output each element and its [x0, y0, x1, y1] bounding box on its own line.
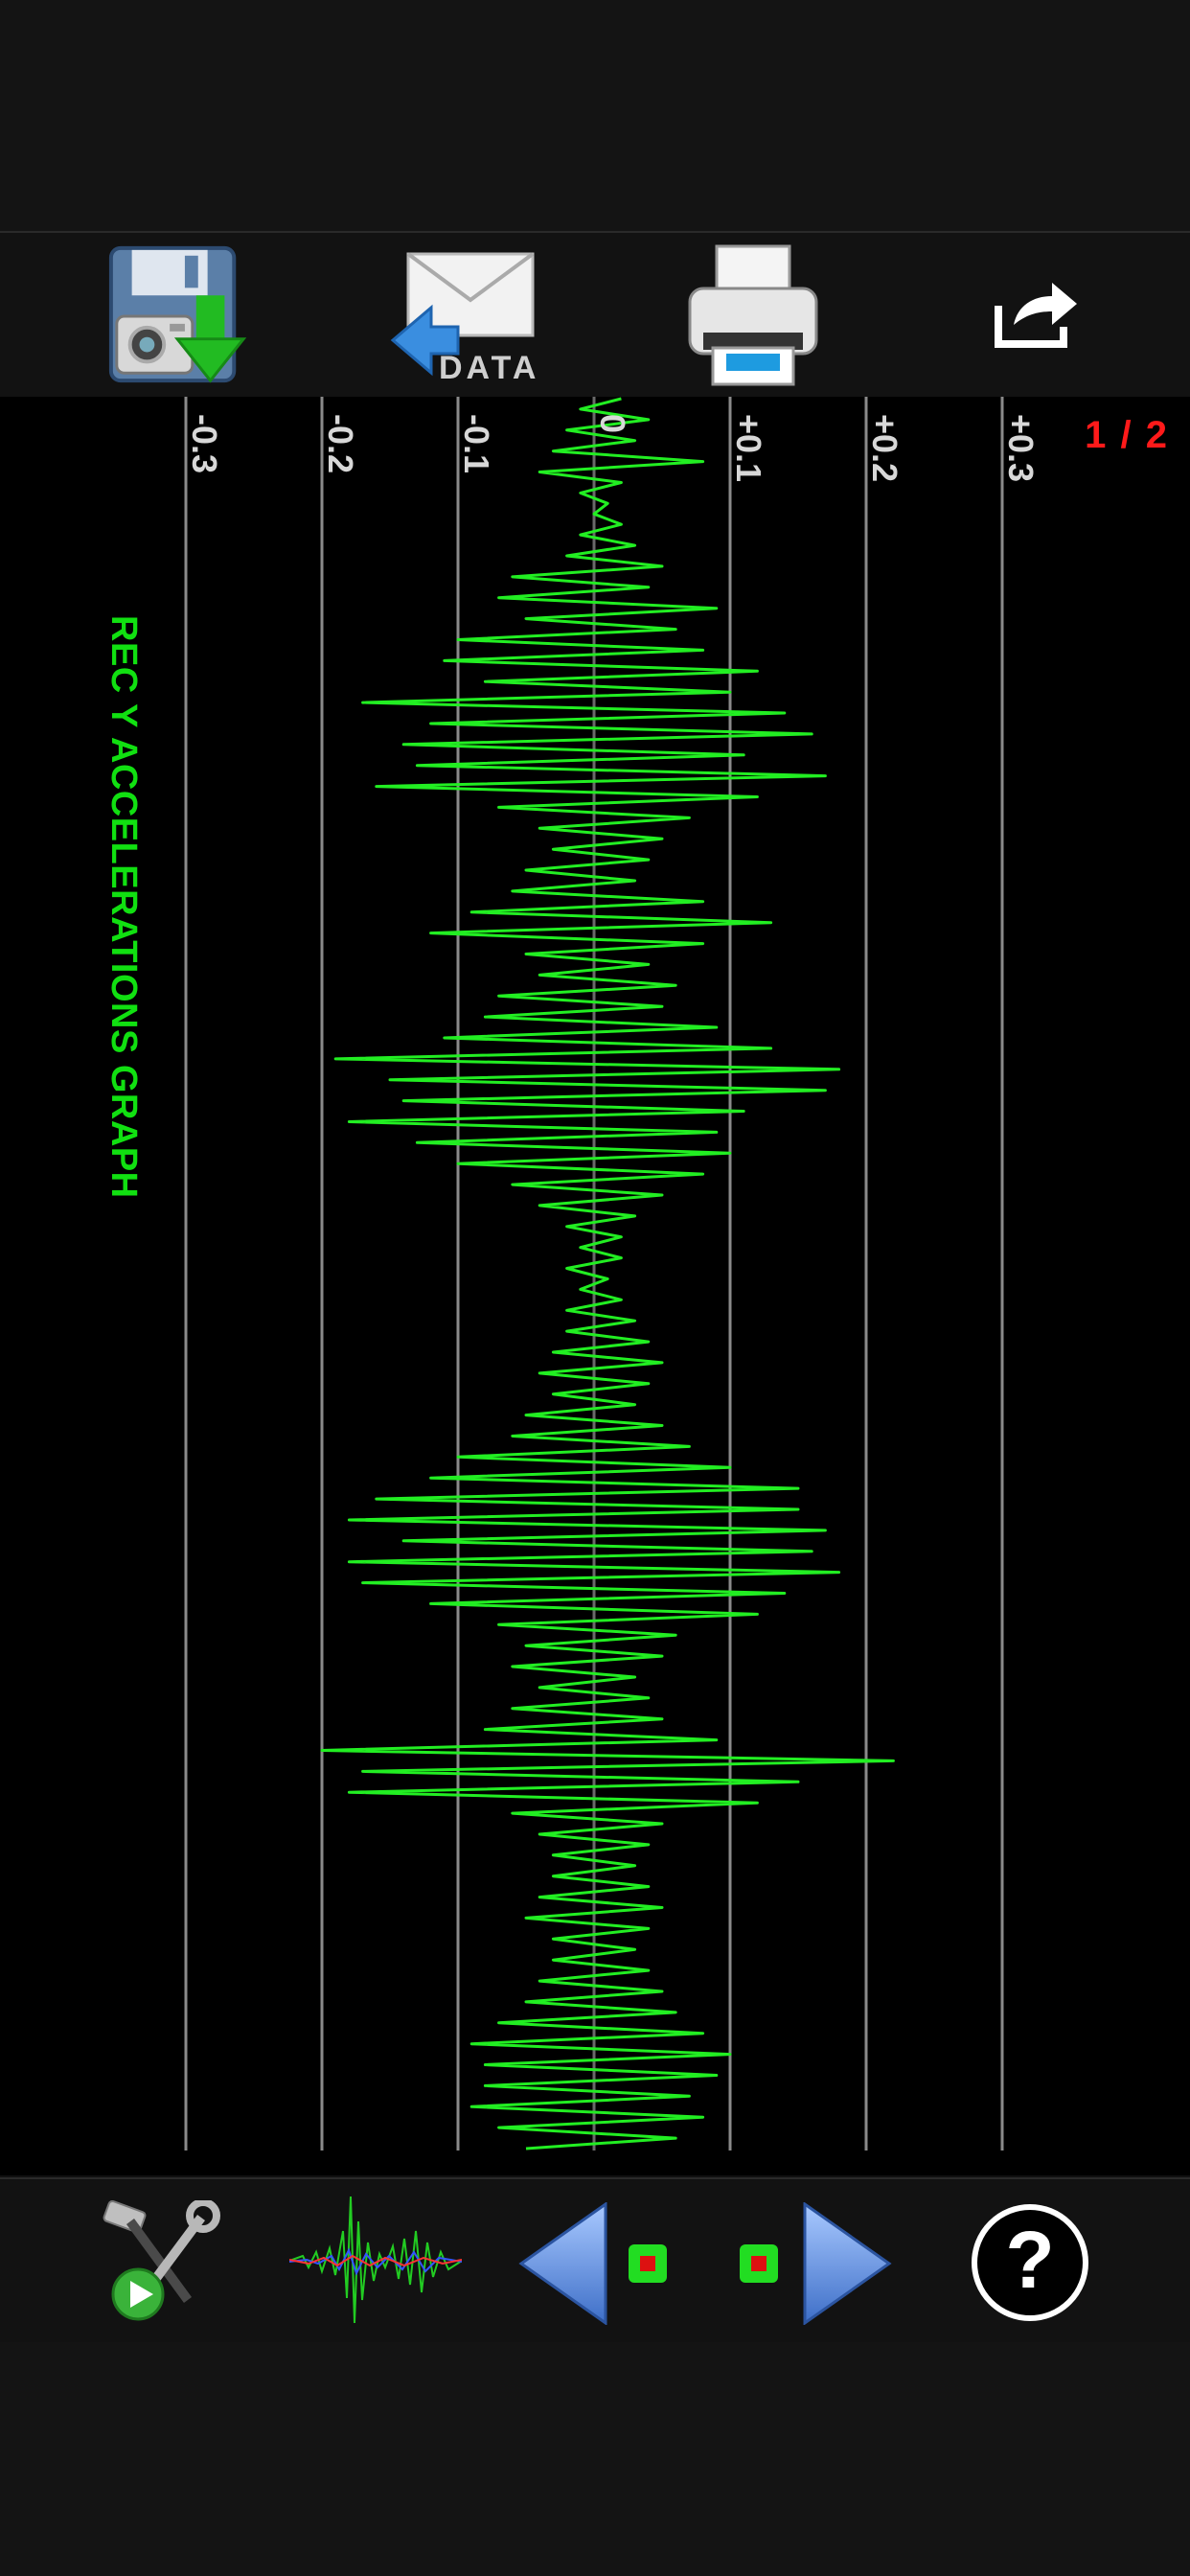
settings-button[interactable] [96, 2200, 224, 2323]
acceleration-graph: REC Y ACCELERATIONS GRAPH 1 / 2 -0.3 -0.2… [0, 397, 1190, 2175]
acceleration-plot [184, 397, 1004, 2150]
previous-button[interactable] [517, 2202, 675, 2325]
save-screenshot-button[interactable] [103, 239, 255, 390]
tick-label-6: +0.3 [1001, 414, 1041, 483]
tick-label-4: +0.1 [729, 414, 768, 483]
tick-label-1: -0.2 [321, 414, 360, 474]
waveform-view-button[interactable] [289, 2193, 462, 2329]
page-indicator: 1 / 2 [1085, 414, 1169, 456]
share-icon [995, 283, 1077, 348]
save-screenshot-icon [108, 245, 247, 383]
tools-settings-icon [103, 2200, 220, 2321]
graph-title: REC Y ACCELERATIONS GRAPH [103, 615, 144, 1199]
tick-label-2: -0.1 [457, 414, 496, 474]
series-acceleration-trace [320, 397, 895, 2150]
tick-label-3: 0 [593, 414, 632, 434]
status-bar-area [0, 0, 1190, 231]
tick-label-0: -0.3 [185, 414, 224, 474]
bottom-toolbar: ? [0, 2177, 1190, 2344]
print-button[interactable] [682, 241, 824, 390]
help-label: ? [1005, 2215, 1055, 2305]
share-button[interactable] [993, 277, 1081, 350]
home-indicator-area [0, 2342, 1190, 2576]
help-button[interactable]: ? [968, 2200, 1092, 2325]
waveform-view-icon [289, 2196, 462, 2324]
previous-arrow-icon [518, 2202, 667, 2325]
next-arrow-icon [740, 2202, 892, 2325]
top-toolbar: DATA [0, 231, 1190, 399]
email-data-label: DATA [439, 350, 540, 386]
email-data-button[interactable]: DATA [387, 244, 540, 388]
printer-icon [688, 244, 818, 386]
tick-label-5: +0.2 [865, 414, 904, 483]
next-button[interactable] [736, 2202, 893, 2325]
